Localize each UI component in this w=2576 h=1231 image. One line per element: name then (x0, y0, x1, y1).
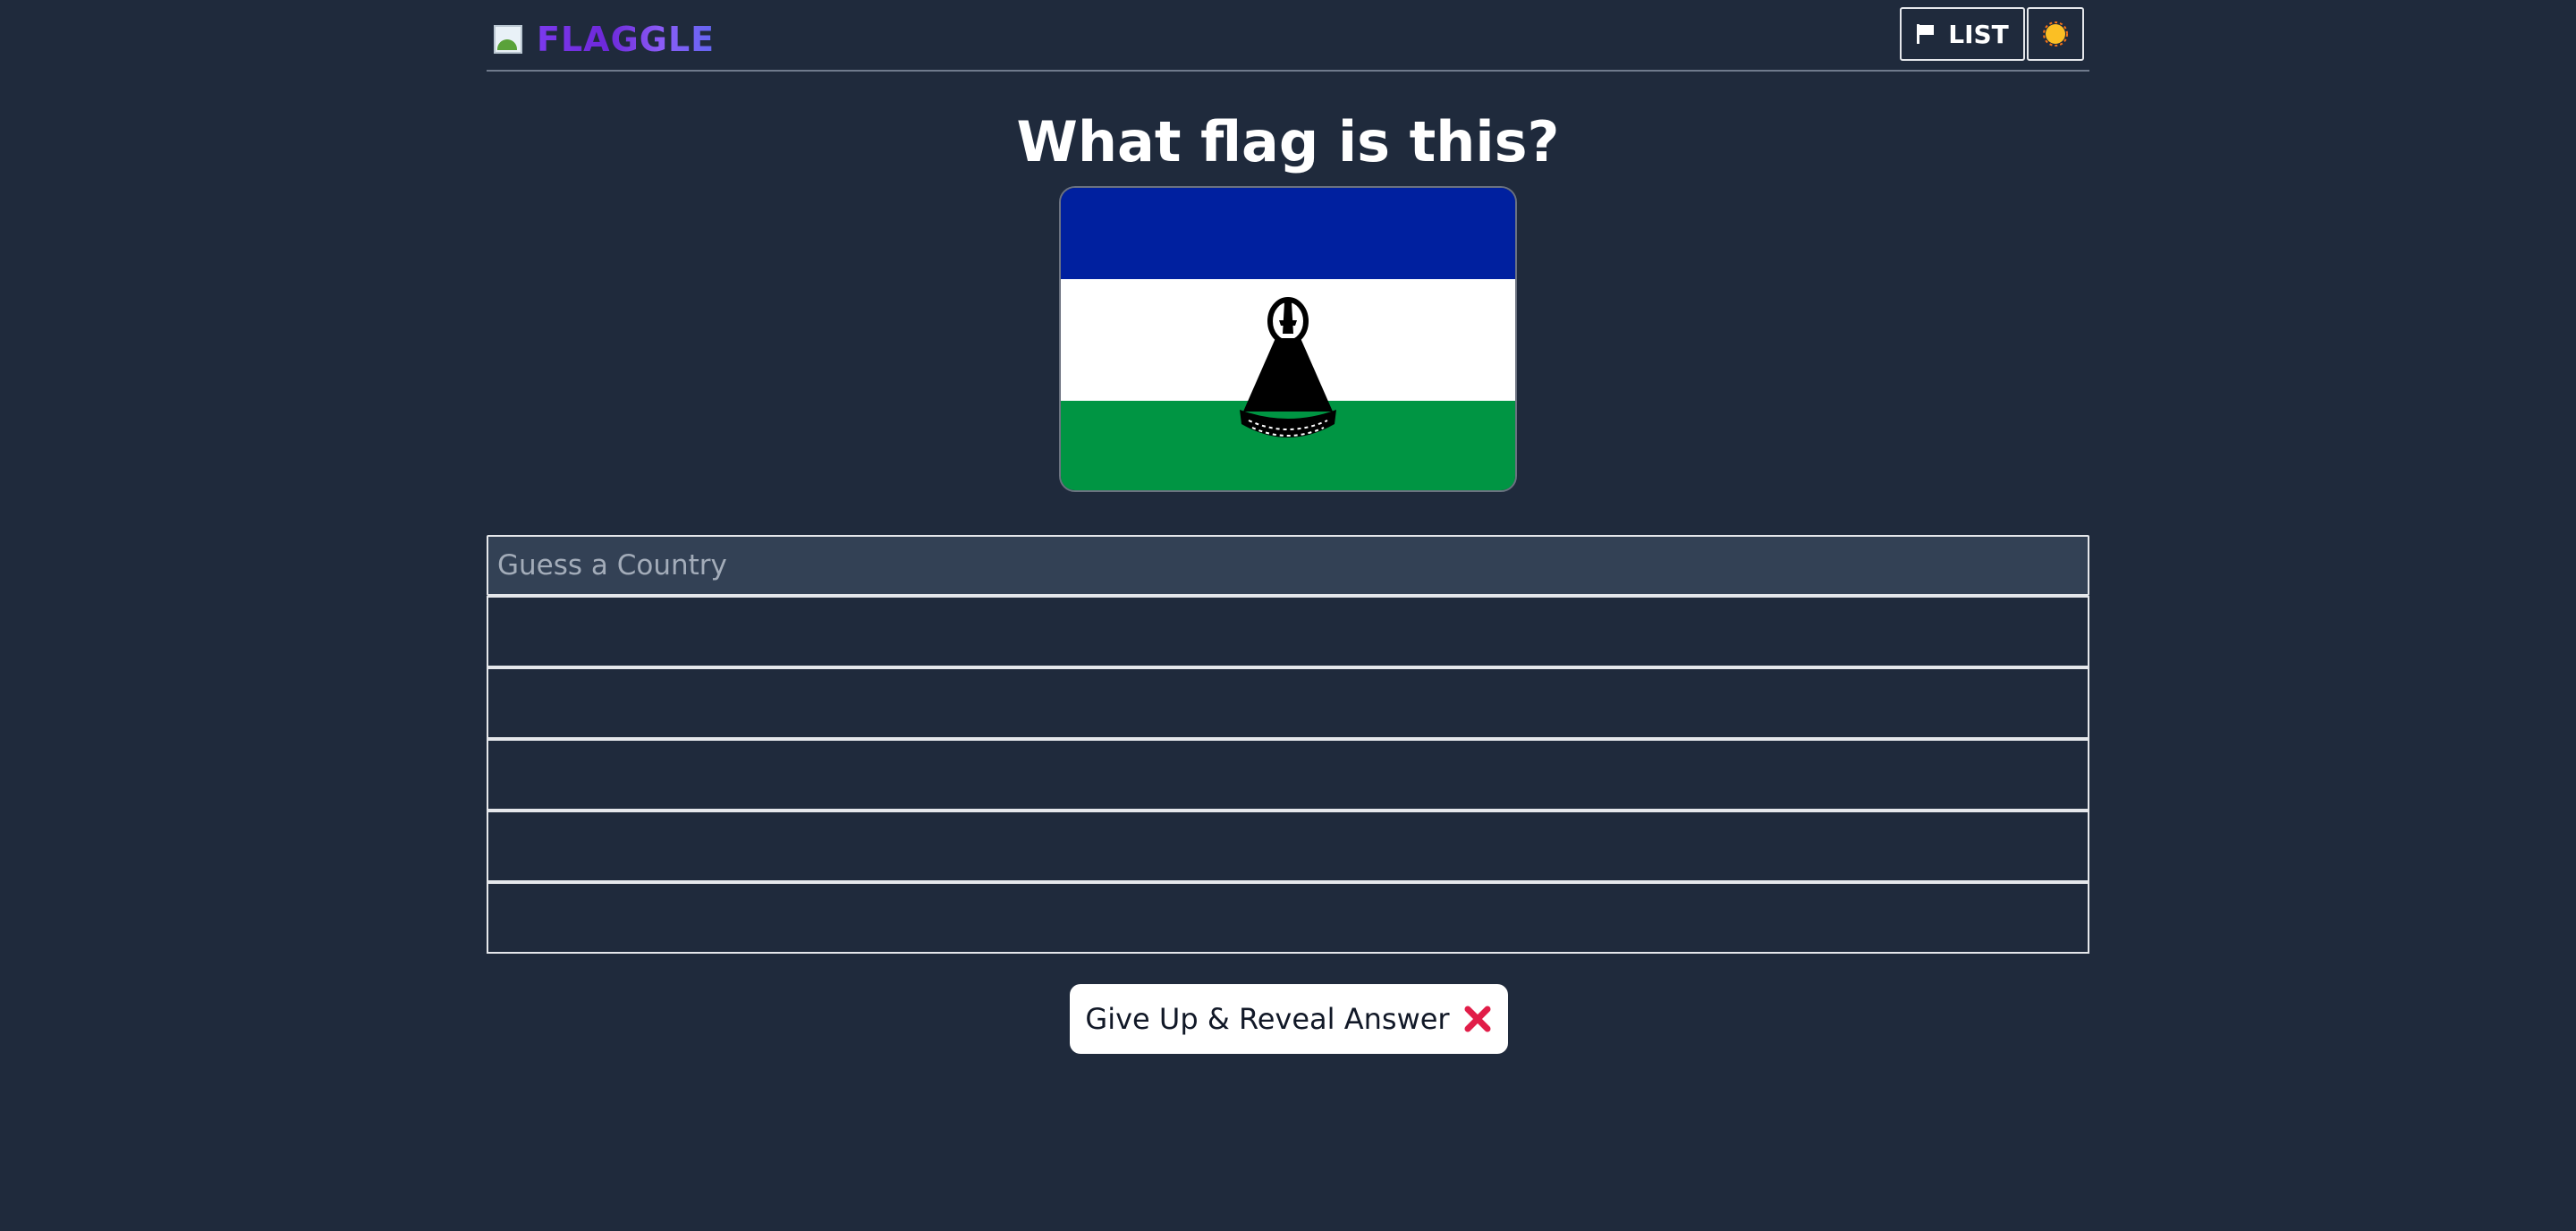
logo[interactable]: FLAGGLE (494, 20, 715, 59)
list-button-label: LIST (1948, 19, 2009, 49)
red-x-icon (1464, 1006, 1491, 1032)
guess-row-2 (487, 667, 2089, 739)
top-bar: FLAGGLE LIST (487, 0, 2089, 72)
page-container: FLAGGLE LIST What flag is this? Guess a … (487, 0, 2089, 1231)
give-up-button[interactable]: Give Up & Reveal Answer (1070, 984, 1508, 1054)
question-heading: What flag is this? (1016, 109, 1560, 174)
list-button[interactable]: LIST (1900, 7, 2025, 61)
guess-row-4 (487, 811, 2089, 882)
theme-toggle-button[interactable] (2027, 7, 2084, 61)
broken-image-icon (494, 25, 522, 54)
give-up-label: Give Up & Reveal Answer (1085, 1002, 1450, 1036)
flag-svg (1061, 188, 1515, 490)
flag-icon (1917, 24, 1935, 44)
app-title: FLAGGLE (537, 20, 716, 59)
sun-icon (2043, 21, 2068, 47)
guess-row-5 (487, 882, 2089, 954)
guess-row-1 (487, 596, 2089, 667)
guess-list (487, 596, 2089, 954)
guess-country-input[interactable] (487, 535, 2089, 596)
flag-image (1059, 186, 1517, 492)
guess-row-3 (487, 739, 2089, 811)
